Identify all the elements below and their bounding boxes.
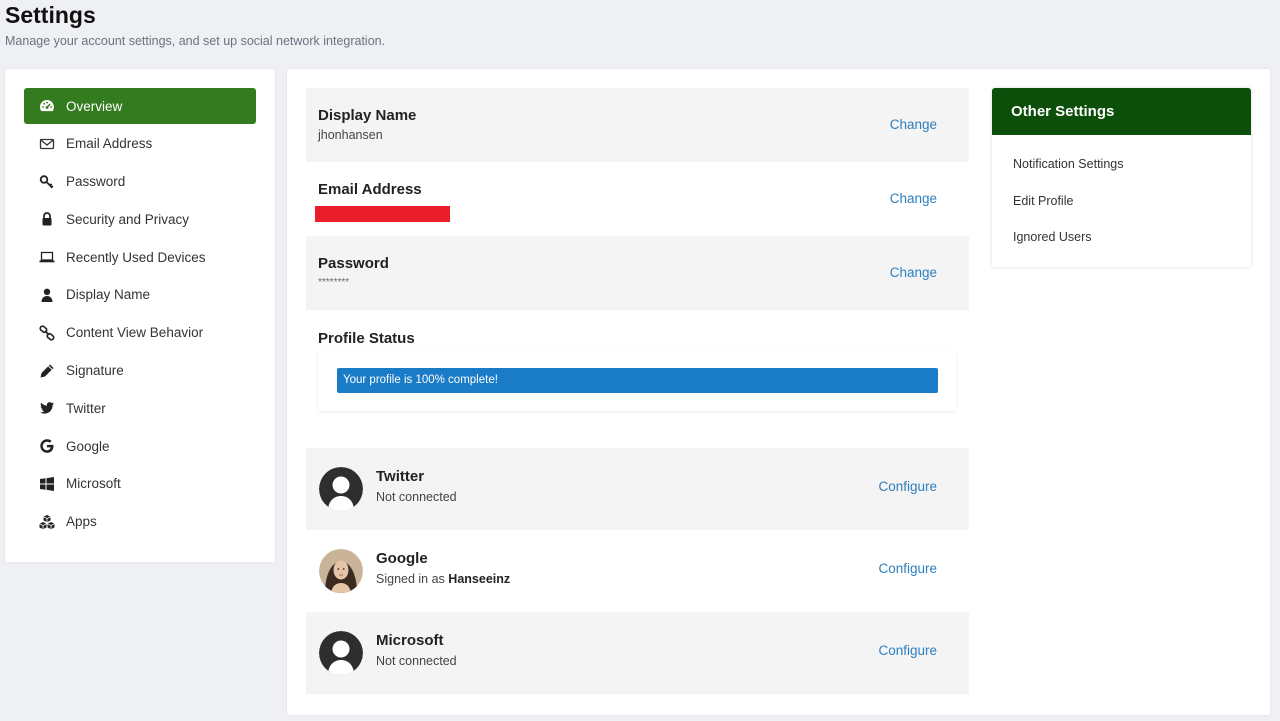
sidebar-item-label: Recently Used Devices — [66, 249, 206, 265]
envelope-icon — [39, 136, 55, 152]
pencil-icon — [39, 363, 55, 379]
configure-twitter-link[interactable]: Configure — [878, 479, 937, 494]
email-address-title: Email Address — [318, 181, 422, 198]
microsoft-row: Microsoft Not connected Configure — [306, 612, 969, 694]
twitter-avatar — [319, 467, 363, 511]
sidebar-item-security-and-privacy[interactable]: Security and Privacy — [24, 201, 256, 237]
twitter-icon — [39, 400, 55, 416]
sidebar-item-apps[interactable]: Apps — [24, 504, 256, 540]
sidebar-item-label: Microsoft — [66, 476, 121, 492]
link-icon — [39, 325, 55, 341]
sidebar-item-google[interactable]: Google — [24, 428, 256, 464]
profile-status-card: Your profile is 100% complete! — [318, 351, 956, 411]
key-icon — [39, 174, 55, 190]
email-address-row: Email Address Change — [306, 162, 969, 236]
sidebar-item-label: Overview — [66, 98, 123, 114]
sidebar-item-label: Google — [66, 438, 110, 454]
other-settings-card: Other Settings Notification Settings Edi… — [992, 88, 1251, 267]
google-avatar — [319, 549, 363, 593]
lock-icon — [39, 211, 55, 227]
sidebar-item-twitter[interactable]: Twitter — [24, 390, 256, 426]
google-icon — [39, 438, 55, 454]
sidebar-item-signature[interactable]: Signature — [24, 353, 256, 389]
sidebar-item-label: Password — [66, 174, 126, 190]
display-name-value: jhonhansen — [318, 128, 383, 142]
page-header: Settings Manage your account settings, a… — [5, 0, 385, 48]
google-status: Signed in as Hanseeinz — [376, 572, 510, 586]
password-row: Password ******** Change — [306, 236, 969, 310]
change-email-link[interactable]: Change — [890, 191, 937, 206]
ignored-users-link[interactable]: Ignored Users — [1013, 219, 1251, 256]
sidebar-item-overview[interactable]: Overview — [24, 88, 256, 124]
configure-google-link[interactable]: Configure — [878, 561, 937, 576]
sidebar-item-recently-used-devices[interactable]: Recently Used Devices — [24, 239, 256, 275]
user-icon — [39, 287, 55, 303]
twitter-status: Not connected — [376, 490, 457, 504]
sidebar-item-label: Content View Behavior — [66, 325, 204, 341]
cubes-icon — [39, 514, 55, 530]
sidebar-item-label: Security and Privacy — [66, 211, 190, 227]
password-mask: ******** — [318, 277, 350, 288]
notification-settings-link[interactable]: Notification Settings — [1013, 146, 1251, 183]
twitter-title: Twitter — [376, 468, 425, 485]
sidebar-item-display-name[interactable]: Display Name — [24, 277, 256, 313]
other-settings-links: Notification Settings Edit Profile Ignor… — [992, 135, 1251, 256]
profile-progress-bar: Your profile is 100% complete! — [337, 368, 938, 393]
sidebar-item-email-address[interactable]: Email Address — [24, 126, 256, 162]
sidebar-item-label: Twitter — [66, 400, 106, 416]
display-name-row: Display Name jhonhansen Change — [306, 88, 969, 162]
dashboard-icon — [39, 98, 55, 114]
redacted-email-bar — [315, 206, 450, 222]
sidebar-item-password[interactable]: Password — [24, 164, 256, 200]
sidebar-item-label: Apps — [66, 514, 97, 530]
configure-microsoft-link[interactable]: Configure — [878, 643, 937, 658]
google-status-prefix: Signed in as — [376, 572, 445, 586]
microsoft-avatar — [319, 631, 363, 675]
edit-profile-link[interactable]: Edit Profile — [1013, 183, 1251, 220]
sidebar-item-content-view-behavior[interactable]: Content View Behavior — [24, 315, 256, 351]
sidebar-item-label: Signature — [66, 363, 124, 379]
settings-sidebar: Overview Email Address Password Security… — [5, 69, 275, 562]
display-name-title: Display Name — [318, 107, 417, 124]
google-username: Hanseeinz — [448, 572, 511, 586]
sidebar-item-microsoft[interactable]: Microsoft — [24, 466, 256, 502]
profile-status-section: Profile Status Your profile is 100% comp… — [306, 311, 969, 415]
laptop-icon — [39, 249, 55, 265]
google-row: Google Signed in as Hanseeinz Configure — [306, 530, 969, 612]
sidebar-item-label: Display Name — [66, 287, 151, 303]
other-settings-title: Other Settings — [992, 88, 1251, 135]
windows-icon — [39, 476, 55, 492]
change-password-link[interactable]: Change — [890, 265, 937, 280]
microsoft-title: Microsoft — [376, 632, 444, 649]
twitter-row: Twitter Not connected Configure — [306, 448, 969, 530]
sidebar-item-label: Email Address — [66, 136, 153, 152]
google-title: Google — [376, 550, 428, 567]
page-title: Settings — [5, 2, 96, 28]
microsoft-status: Not connected — [376, 654, 457, 668]
profile-progress-fill: Your profile is 100% complete! — [337, 368, 938, 393]
profile-status-title: Profile Status — [318, 330, 415, 347]
change-display-name-link[interactable]: Change — [890, 117, 937, 132]
page-subtitle: Manage your account settings, and set up… — [5, 34, 386, 48]
password-title: Password — [318, 255, 389, 272]
